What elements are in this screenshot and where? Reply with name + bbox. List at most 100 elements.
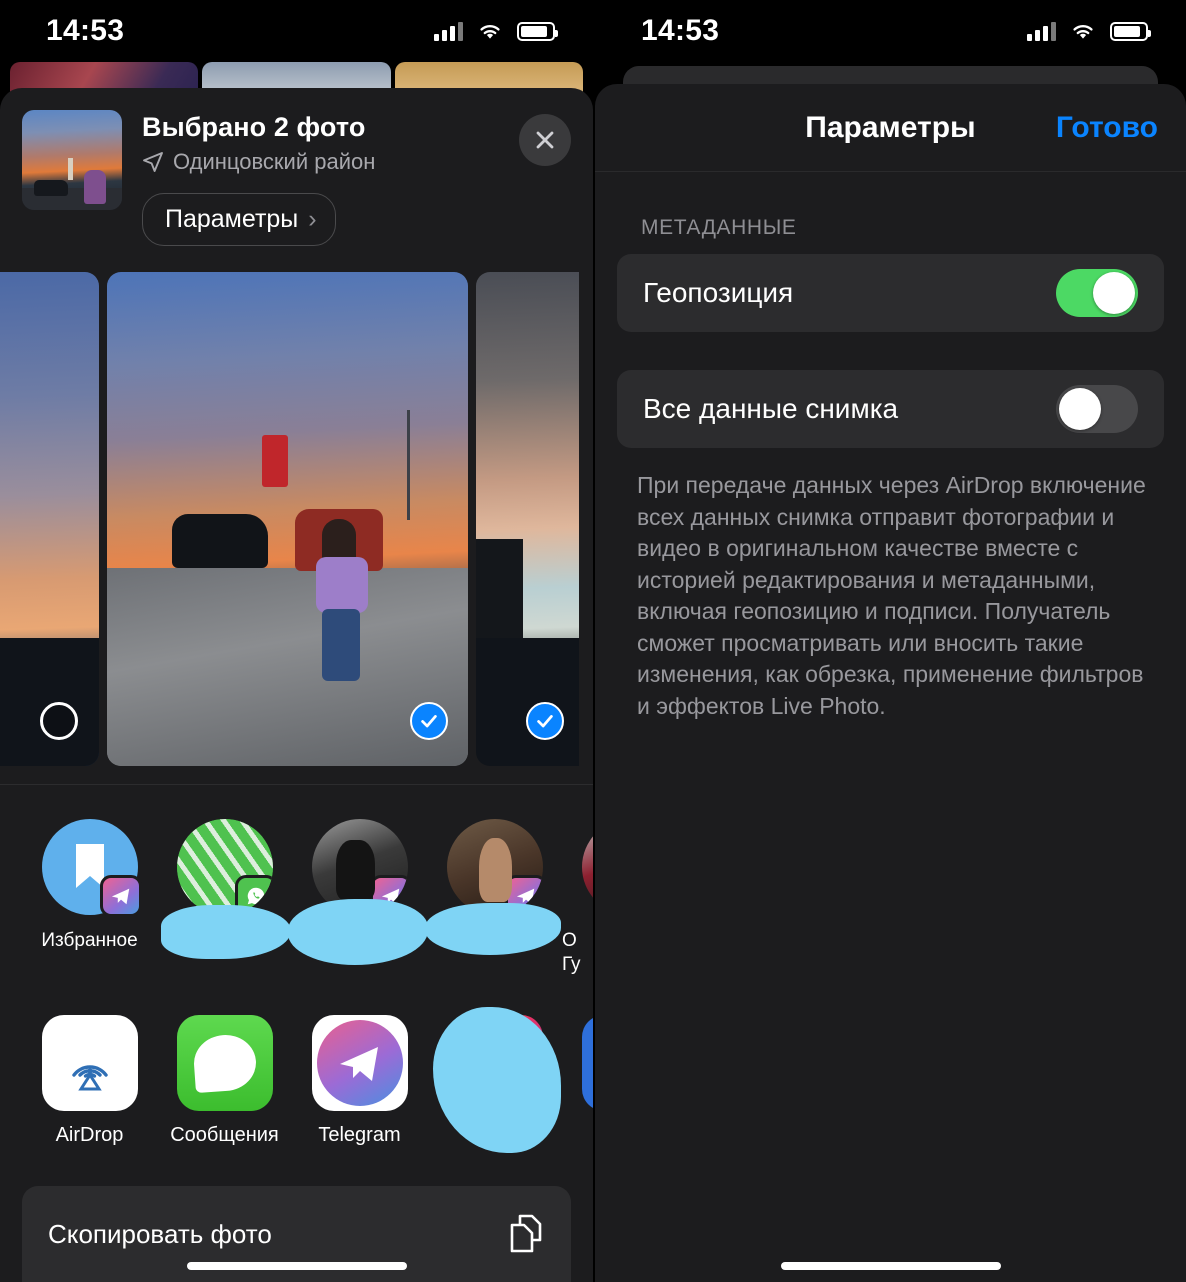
geolocation-toggle[interactable] <box>1056 269 1138 317</box>
selection-circle-checked[interactable] <box>526 702 564 740</box>
blue-app-icon <box>581 1014 593 1111</box>
avatar <box>581 819 593 915</box>
wifi-icon <box>1070 22 1096 41</box>
contact-label: О Гу <box>562 930 581 975</box>
airdrop-icon <box>41 1014 138 1111</box>
contact-label: Избранное <box>41 930 138 951</box>
chevron-right-icon: › <box>308 205 317 233</box>
photo-thumb-left[interactable] <box>0 272 99 766</box>
app-item-blue[interactable] <box>562 1014 593 1147</box>
app-item-airdrop[interactable]: AirDrop <box>22 1014 157 1147</box>
redaction-mark <box>161 905 291 959</box>
avatar <box>176 819 273 915</box>
status-clock: 14:53 <box>641 14 720 47</box>
contact-item-3[interactable] <box>288 819 428 977</box>
section-header-metadata: МЕТАДАННЫЕ <box>641 216 797 239</box>
app-label: Telegram <box>318 1123 401 1146</box>
thumbnail-person <box>84 170 106 204</box>
photo-selection-strip <box>0 272 593 766</box>
options-button[interactable]: Параметры › <box>142 193 336 246</box>
telegram-icon <box>311 1014 408 1111</box>
app-label: AirDrop <box>55 1123 124 1146</box>
thumbnail-pole <box>68 158 73 180</box>
photo-person-jeans <box>322 609 361 681</box>
selection-thumbnail <box>22 110 122 210</box>
contact-item-2[interactable] <box>157 819 292 977</box>
selection-circle-checked[interactable] <box>410 702 448 740</box>
photo-foreground <box>476 637 579 766</box>
thumbnail-car <box>34 180 68 196</box>
row-geolocation[interactable]: Геопозиция <box>617 254 1164 332</box>
redaction-mark <box>433 1006 561 1153</box>
contacts-row: Избранное О Гу <box>0 785 593 977</box>
redaction-mark <box>288 899 428 965</box>
avatar <box>446 819 543 915</box>
contact-item-favorites[interactable]: Избранное <box>22 819 157 977</box>
row-all-photo-data[interactable]: Все данные снимка <box>617 370 1164 448</box>
apps-row: AirDrop Сообщения Telegram <box>0 977 593 1153</box>
contact-item-4[interactable] <box>425 819 562 977</box>
check-icon <box>537 715 553 728</box>
close-button[interactable] <box>519 114 571 166</box>
right-phone-screen: 14:53 Параметры Готово МЕТАДАННЫЕ Геопоз… <box>593 0 1186 1282</box>
status-bar: 14:53 <box>0 0 593 62</box>
photo-person <box>316 519 369 681</box>
home-indicator <box>186 1262 407 1270</box>
location-label: Одинцовский район <box>173 149 376 174</box>
selection-title: Выбрано 2 фото <box>142 112 366 142</box>
done-button[interactable]: Готово <box>1056 111 1158 145</box>
photo-sign <box>262 435 289 488</box>
redaction-mark <box>425 903 561 955</box>
cellular-signal-icon <box>1027 21 1056 41</box>
copy-photo-label: Скопировать фото <box>48 1218 272 1249</box>
left-phone-screen: 14:53 Выбрано 2 фото Одинцовский район П… <box>0 0 593 1282</box>
status-indicators <box>434 21 558 41</box>
selection-location: Одинцовский район <box>142 149 499 175</box>
photo-thumb-center[interactable] <box>107 272 468 766</box>
options-button-label: Параметры <box>165 205 299 233</box>
share-sheet-info: Выбрано 2 фото Одинцовский район Парамет… <box>142 110 499 246</box>
battery-icon <box>1110 21 1151 41</box>
options-sheet: Параметры Готово МЕТАДАННЫЕ Геопозиция В… <box>595 84 1186 1282</box>
telegram-badge-icon <box>99 875 142 917</box>
share-sheet: Выбрано 2 фото Одинцовский район Парамет… <box>0 88 593 1282</box>
location-arrow-icon <box>143 152 163 172</box>
status-indicators <box>1027 21 1151 41</box>
status-clock: 14:53 <box>46 14 125 47</box>
cellular-signal-icon <box>434 21 463 41</box>
app-label: Сообщения <box>170 1123 279 1146</box>
app-item-instagram[interactable] <box>427 1006 562 1153</box>
home-indicator <box>780 1262 1001 1270</box>
photo-thumb-right[interactable] <box>476 272 579 766</box>
row-label: Все данные снимка <box>643 393 899 424</box>
avatar <box>41 819 142 917</box>
selection-circle-unchecked[interactable] <box>39 702 78 740</box>
photo-person-top <box>316 557 369 613</box>
battery-icon <box>517 21 558 41</box>
options-navbar: Параметры Готово <box>595 84 1186 172</box>
copy-icon <box>510 1214 542 1253</box>
app-item-telegram[interactable]: Telegram <box>292 1014 427 1147</box>
page-title: Параметры <box>805 110 976 144</box>
share-sheet-header: Выбрано 2 фото Одинцовский район Парамет… <box>0 88 593 246</box>
all-photo-data-toggle[interactable] <box>1056 385 1138 433</box>
all-photo-data-card: Все данные снимка <box>617 370 1164 448</box>
messages-icon <box>176 1014 273 1111</box>
photo-road <box>107 568 468 766</box>
contact-item-5[interactable]: О Гу <box>562 819 593 977</box>
wifi-icon <box>477 22 503 41</box>
metadata-card: Геопозиция <box>617 254 1164 332</box>
status-bar: 14:53 <box>595 0 1186 62</box>
app-item-messages[interactable]: Сообщения <box>157 1014 292 1147</box>
toggle-knob <box>1093 272 1135 314</box>
photo-black-car <box>171 514 268 569</box>
footnote-text: При передаче данных через AirDrop включе… <box>637 472 1146 719</box>
close-icon <box>536 131 554 149</box>
toggle-knob <box>1059 388 1101 430</box>
row-label: Геопозиция <box>643 277 794 308</box>
dual-screenshot: 14:53 Выбрано 2 фото Одинцовский район П… <box>0 0 1186 1282</box>
check-icon <box>421 715 437 728</box>
photo-pole <box>407 410 411 521</box>
photo-foreground <box>0 637 99 766</box>
